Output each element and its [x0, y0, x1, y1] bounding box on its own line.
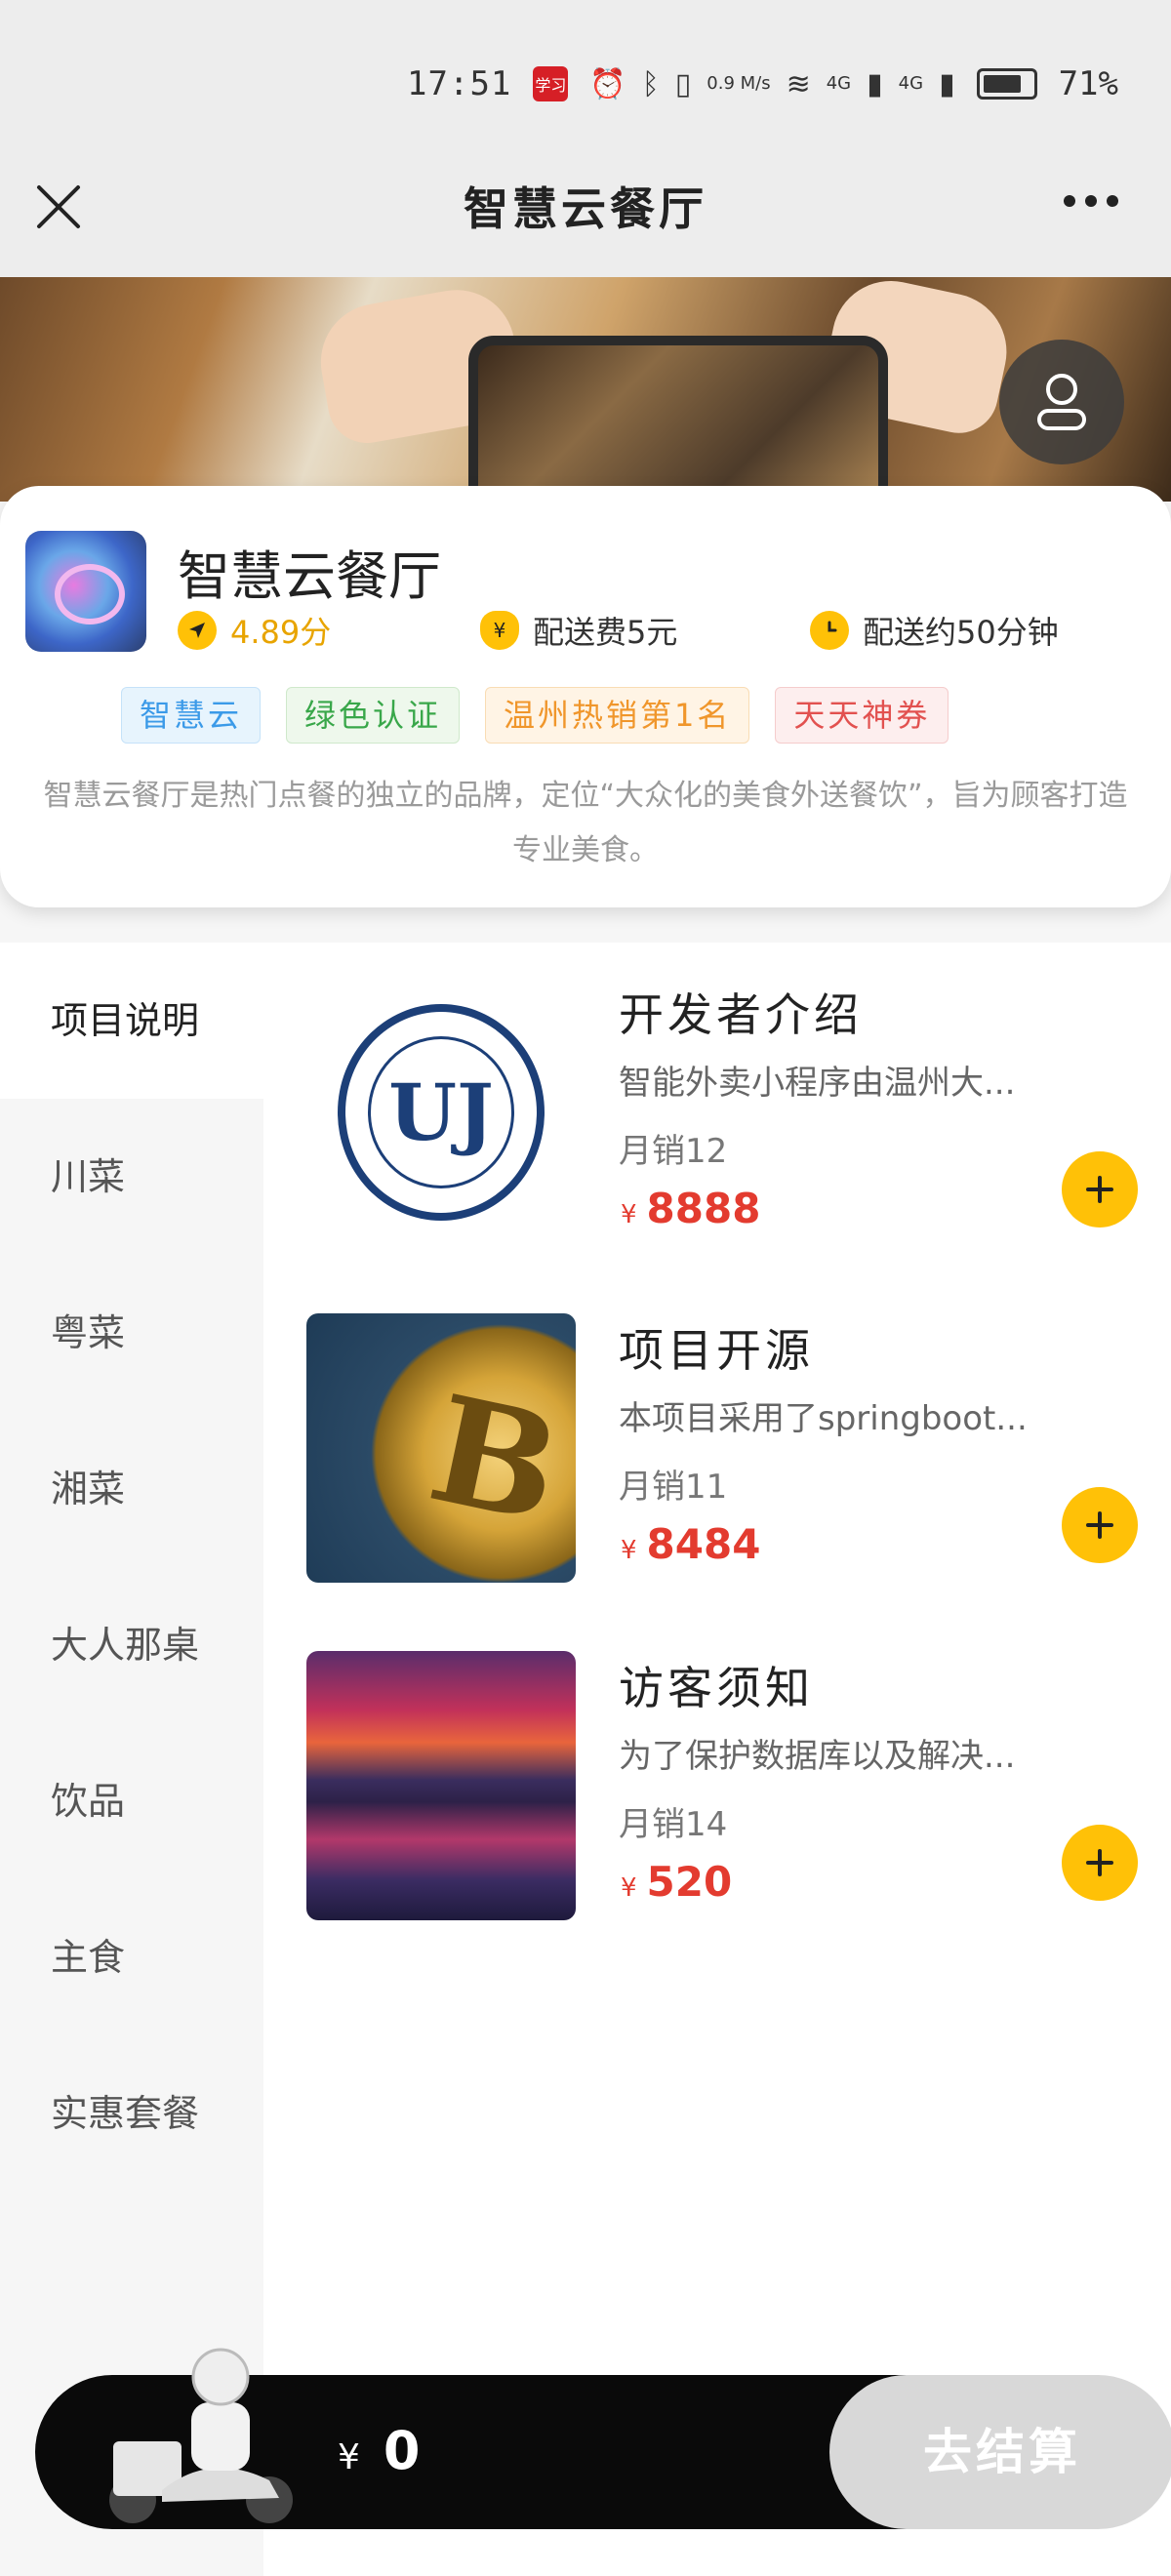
- currency-symbol: ¥: [621, 1200, 637, 1229]
- plus-icon: [1086, 1849, 1113, 1876]
- plus-icon: [1086, 1511, 1113, 1539]
- currency-symbol: ¥: [621, 1536, 637, 1565]
- shop-description: 智慧云餐厅是热门点餐的独立的品牌，定位“大众化的美食外送餐饮”，旨为顾客打造专业…: [43, 779, 1128, 867]
- price-value: 520: [646, 1858, 733, 1906]
- price-value: 8484: [646, 1520, 761, 1568]
- dish-description: 为了保护数据库以及解决...: [619, 1737, 1016, 1776]
- checkout-button[interactable]: 去结算: [829, 2375, 1171, 2529]
- sidebar-item-staples[interactable]: 主食: [0, 1879, 263, 2035]
- user-profile-button[interactable]: [999, 340, 1124, 464]
- cart-total-value: 0: [383, 2420, 421, 2481]
- network-speed: 0.9 M/s: [707, 73, 771, 94]
- app-notification-icon: 学习: [533, 66, 569, 101]
- battery-icon: [976, 68, 1037, 100]
- dish-image-lake-sunset: [306, 1651, 576, 1920]
- shop-name: 智慧云餐厅: [178, 545, 441, 607]
- shop-logo: [25, 531, 146, 652]
- shop-banner-image: [0, 277, 1171, 502]
- sidebar-item-drinks[interactable]: 饮品: [0, 1723, 263, 1879]
- money-bag-icon: ¥: [480, 611, 519, 650]
- shop-meta: 4.89分 ¥ 配送费5元 配送约50分钟: [178, 603, 1153, 658]
- currency-symbol: ¥: [338, 2437, 360, 2477]
- dish-name: 项目开源: [619, 1324, 814, 1377]
- rating-value: 4.89分: [230, 614, 332, 651]
- page-title: 智慧云餐厅: [464, 182, 707, 235]
- location-arrow-icon: [178, 611, 217, 650]
- category-sidebar: 项目说明 川菜 粤菜 湘菜 大人那桌 饮品 主食 实惠套餐: [0, 943, 263, 2576]
- dish-name: 访客须知: [619, 1662, 814, 1714]
- add-to-cart-button[interactable]: [1062, 1487, 1138, 1563]
- signal-4g-label-2: 4G: [898, 73, 924, 94]
- dish-description: 智能外卖小程序由温州大...: [619, 1064, 1016, 1103]
- sidebar-item-sichuan[interactable]: 川菜: [0, 1099, 263, 1255]
- sidebar-item-cantonese[interactable]: 粤菜: [0, 1255, 263, 1411]
- status-time: 17:51: [407, 64, 512, 103]
- shop-tags: 智慧云 绿色认证 温州热销第1名 天天神券: [121, 687, 949, 744]
- shop-info-card: 智慧云餐厅 4.89分 ¥ 配送费5元 配送约50分钟 智慧云 绿色认证 温州热…: [0, 486, 1171, 907]
- tag-badge: 智慧云: [121, 687, 262, 744]
- dish-sales: 月销14: [619, 1805, 728, 1844]
- status-icons: ⏰ ᛒ ▯ 0.9 M/s ≋ 4G ▮ 4G ▮: [589, 67, 954, 101]
- shop-rating: 4.89分: [178, 603, 331, 658]
- dish-sales: 月销12: [619, 1132, 728, 1171]
- dish-sales: 月销11: [619, 1468, 728, 1507]
- dish-image-university-logo: UJ: [306, 978, 576, 1247]
- dish-name: 开发者介绍: [619, 988, 863, 1041]
- signal-4g-label-1: 4G: [826, 73, 852, 94]
- sidebar-item-hunan[interactable]: 湘菜: [0, 1411, 263, 1567]
- list-item[interactable]: B 项目开源 本项目采用了springboot... 月销11 ¥8484: [306, 1313, 1138, 1587]
- delivery-time: 配送约50分钟: [810, 603, 1059, 658]
- battery-percent: 71%: [1058, 64, 1118, 103]
- dish-description: 本项目采用了springboot...: [619, 1399, 1028, 1438]
- dish-price: ¥8484: [621, 1520, 760, 1568]
- price-value: 8888: [646, 1185, 761, 1232]
- tag-badge: 温州热销第1名: [485, 687, 750, 744]
- dish-list: UJ 开发者介绍 智能外卖小程序由温州大... 月销12 ¥8888 B 项目开…: [263, 943, 1171, 2576]
- list-item[interactable]: 访客须知 为了保护数据库以及解决... 月销14 ¥520: [306, 1651, 1138, 1924]
- delivery-fee: ¥ 配送费5元: [480, 603, 677, 658]
- add-to-cart-button[interactable]: [1062, 1151, 1138, 1228]
- dish-price: ¥8888: [621, 1185, 760, 1232]
- wifi-icon: ≋: [786, 66, 811, 101]
- tag-badge: 绿色认证: [286, 687, 461, 744]
- alarm-icon: ⏰: [589, 66, 626, 101]
- add-to-cart-button[interactable]: [1062, 1825, 1138, 1901]
- delivery-fee-label: 配送费5元: [533, 614, 678, 651]
- user-icon: [1037, 374, 1086, 430]
- more-dots-icon[interactable]: [1064, 195, 1118, 207]
- signal-icon: ▮: [939, 66, 955, 101]
- cart-bar: ¥ 0 去结算: [35, 2348, 1171, 2529]
- cart-total: ¥ 0: [338, 2420, 420, 2481]
- sidebar-item-project-info[interactable]: 项目说明: [0, 943, 263, 1099]
- signal-icon: ▮: [867, 66, 883, 101]
- currency-symbol: ¥: [621, 1873, 637, 1903]
- sidebar-item-value-combos[interactable]: 实惠套餐: [0, 2035, 263, 2192]
- dish-price: ¥520: [621, 1858, 732, 1906]
- tag-badge: 天天神券: [775, 687, 949, 744]
- bluetooth-icon: ᛒ: [641, 66, 660, 101]
- list-item[interactable]: UJ 开发者介绍 智能外卖小程序由温州大... 月销12 ¥8888: [306, 978, 1138, 1251]
- clock-icon: [810, 611, 849, 650]
- status-bar: 17:51 学习 ⏰ ᛒ ▯ 0.9 M/s ≋ 4G ▮ 4G ▮ 71%: [407, 59, 1118, 109]
- vibrate-icon: ▯: [674, 66, 692, 101]
- delivery-rider-icon[interactable]: [74, 2344, 308, 2529]
- top-bar: 17:51 学习 ⏰ ᛒ ▯ 0.9 M/s ≋ 4G ▮ 4G ▮ 71% 智…: [0, 0, 1171, 277]
- plus-icon: [1086, 1176, 1113, 1203]
- delivery-time-label: 配送约50分钟: [863, 614, 1059, 651]
- dish-image-bitcoin: B: [306, 1313, 576, 1583]
- sidebar-item-family-table[interactable]: 大人那桌: [0, 1567, 263, 1723]
